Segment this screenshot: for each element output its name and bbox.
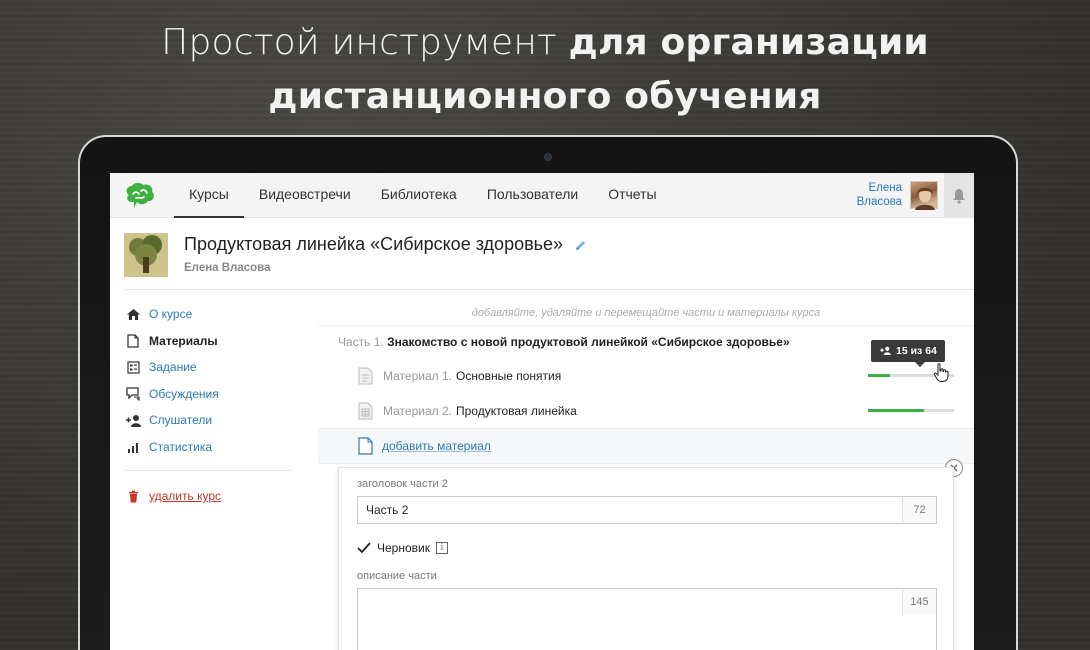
document-icon [124, 334, 142, 348]
sidebar-item-label: Материалы [149, 333, 218, 348]
delete-course-link[interactable]: удалить курс [124, 483, 292, 510]
sidebar-item-listeners[interactable]: Слушатели [124, 407, 292, 434]
brain-logo-icon[interactable] [122, 181, 158, 211]
material-progress-fill [868, 409, 924, 412]
home-icon [124, 307, 142, 321]
nav-item-reports[interactable]: Отчеты [593, 173, 671, 218]
sidebar-item-label: Обсуждения [149, 386, 219, 401]
materials-hint: добавляйте, удаляйте и перемещайте части… [471, 307, 821, 319]
course-sidebar: О курсе Материалы Задание Обсуждения Слу… [124, 301, 292, 510]
notifications-button[interactable] [944, 173, 974, 218]
hand-cursor-icon [933, 363, 949, 382]
material-title: Основные понятия [455, 368, 562, 383]
course-header: Продуктовая линейка «Сибирское здоровье»… [124, 233, 974, 289]
chat-icon [124, 387, 142, 401]
part-description-input[interactable]: 145 [357, 588, 937, 650]
sidebar-item-label: Задание [149, 360, 197, 375]
part-title-char-count: 72 [902, 497, 936, 523]
part-description-char-count: 145 [902, 589, 936, 615]
camera-icon [544, 153, 552, 161]
course-author: Елена Власова [184, 262, 271, 274]
part-description-label: описание части [357, 570, 437, 582]
material-progress-fill [868, 374, 890, 377]
document-lines-icon [358, 367, 373, 384]
nav-item-users[interactable]: Пользователи [472, 173, 593, 218]
trash-icon [124, 489, 142, 503]
course-thumbnail [124, 233, 168, 277]
add-material-button[interactable]: добавить материал [318, 428, 974, 464]
course-header-divider [124, 289, 974, 290]
sidebar-item-materials[interactable]: Материалы [124, 328, 292, 355]
pencil-icon[interactable] [574, 239, 587, 252]
course-title: Продуктовая линейка «Сибирское здоровье» [184, 234, 587, 255]
headline-bold-1: для организации [568, 22, 929, 63]
part-title: Знакомство с новой продуктовой линейкой … [387, 335, 790, 349]
material-progress-bar [868, 409, 954, 412]
new-part-form: заголовок части 2 Часть 2 72 Черновик i … [338, 467, 954, 650]
user-last-name: Власова [856, 196, 902, 208]
nav-item-library[interactable]: Библиотека [366, 173, 472, 218]
nav-item-courses[interactable]: Курсы [174, 173, 244, 218]
delete-course-label: удалить курс [149, 489, 221, 504]
checkmark-icon [357, 542, 371, 554]
material-prefix: Материал 1. [383, 368, 452, 383]
top-navigation-bar: Курсы Видеовстречи Библиотека Пользовате… [110, 173, 974, 218]
part-title-value: Часть 2 [366, 503, 409, 517]
add-material-label: добавить материал [382, 439, 491, 453]
part-title-input[interactable]: Часть 2 72 [357, 496, 937, 524]
tooltip-text: 15 из 64 [896, 345, 937, 357]
bar-chart-icon [124, 440, 142, 454]
main-nav: Курсы Видеовстречи Библиотека Пользовате… [174, 173, 672, 218]
add-user-icon [124, 413, 142, 427]
sidebar-item-label: О курсе [149, 307, 193, 322]
materials-panel: добавляйте, удаляйте и перемещайте части… [318, 301, 974, 464]
listeners-tooltip: 15 из 64 [871, 340, 945, 367]
headline: Простой инструмент для организации диста… [0, 16, 1090, 124]
draft-checkbox[interactable] [357, 541, 371, 555]
nav-item-video-meetings[interactable]: Видеовстречи [244, 173, 366, 218]
sidebar-item-discussions[interactable]: Обсуждения [124, 381, 292, 408]
tree-icon [124, 233, 168, 277]
laptop-frame: Курсы Видеовстречи Библиотека Пользовате… [78, 135, 1018, 650]
course-title-text: Продуктовая линейка «Сибирское здоровье» [184, 234, 564, 254]
part-title-label: заголовок части 2 [357, 478, 448, 490]
avatar[interactable] [910, 181, 938, 210]
sidebar-divider [124, 470, 292, 471]
part-prefix: Часть 1. [338, 335, 384, 349]
user-first-name: Елена [868, 182, 902, 194]
avatar-face-icon [915, 187, 935, 210]
new-document-icon [358, 437, 373, 455]
headline-line-1: Простой инструмент для организации [0, 16, 1090, 70]
task-icon [124, 360, 142, 374]
app-screen: Курсы Видеовстречи Библиотека Пользовате… [110, 173, 974, 650]
draft-checkbox-row[interactable]: Черновик i [357, 541, 448, 555]
material-row[interactable]: Материал 1. Основные понятия 15 из 64 [318, 340, 974, 393]
material-prefix: Материал 2. [383, 403, 452, 418]
material-title: Продуктовая линейка [455, 403, 577, 418]
document-table-icon [358, 402, 373, 419]
headline-line-2: дистанционного обучения [268, 76, 822, 117]
add-user-icon [880, 346, 891, 355]
draft-label: Черновик [377, 541, 430, 555]
headline-light: Простой инструмент [161, 22, 558, 63]
sidebar-item-label: Слушатели [149, 413, 213, 428]
bell-icon [953, 188, 965, 204]
sidebar-item-task[interactable]: Задание [124, 354, 292, 381]
material-row[interactable]: Материал 2. Продуктовая линейка [318, 393, 974, 428]
user-name-link[interactable]: Елена Власова [857, 181, 902, 209]
sidebar-item-about[interactable]: О курсе [124, 301, 292, 328]
sidebar-item-label: Статистика [149, 439, 213, 454]
info-icon[interactable]: i [435, 542, 448, 554]
sidebar-item-statistics[interactable]: Статистика [124, 434, 292, 461]
